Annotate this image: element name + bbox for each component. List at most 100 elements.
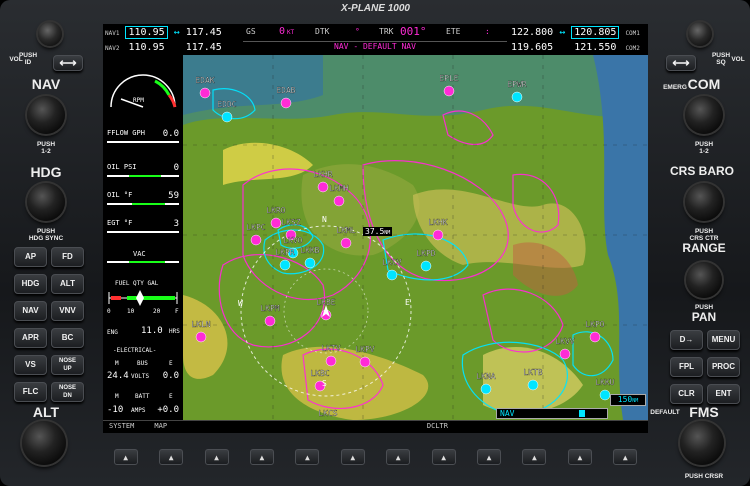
hdg-mode-button[interactable]: HDG [14,274,47,294]
com1-standby-freq[interactable]: 122.800 [511,27,553,38]
airport-label-lksz: LKSZ [281,218,300,227]
airport-symbol-lkpv[interactable] [359,356,371,368]
softkey-button-10[interactable]: ▲ [522,449,547,465]
ap-button[interactable]: AP [14,247,47,267]
nav1-standby-freq[interactable]: 117.45 [186,27,222,38]
nav2-standby-freq[interactable]: 117.45 [186,42,222,53]
nav-swap-button[interactable]: ⟷ [53,55,83,71]
oilpsi-label: OIL PSI [107,163,137,171]
rpm-label: RPM [133,97,144,104]
com1-active-freq[interactable]: 120.805 [571,26,620,39]
airport-symbol-lkln[interactable] [195,331,207,343]
airport-symbol-lkku[interactable] [599,389,611,401]
bc-button[interactable]: BC [51,328,84,348]
menu-button[interactable]: MENU [707,330,740,350]
airport-symbol-lkpc[interactable] [250,234,262,246]
com2-standby-freq[interactable]: 119.605 [511,42,553,53]
airport-symbol-lktb[interactable] [527,379,539,391]
range-ring-unit: NM [384,230,391,236]
airport-label-lkcv: LKCV [382,258,401,267]
airport-symbol-lkpm[interactable] [264,315,276,327]
hdg-knob[interactable] [27,183,65,221]
volts-row: 24.4 VOLTS 0.0 [107,371,179,381]
airport-symbol-lkcv[interactable] [386,269,398,281]
direct-to-button[interactable]: D→ [670,330,703,350]
airport-label-lkro: LKRO [266,206,285,215]
status-fields: GS 0 KT DTK ° TRK 001° ETE : [243,25,507,39]
fuel-label: FUEL QTY GAL [115,280,159,287]
softkey-button-5[interactable]: ▲ [295,449,320,465]
eng-value: 11.0 [141,326,163,336]
softkey-button-1[interactable]: ▲ [113,449,138,465]
softkey-button-3[interactable]: ▲ [204,449,229,465]
airport-symbol-lktv[interactable] [325,355,337,367]
eng-row: ENG 11.0 HRS [107,326,180,336]
moving-map[interactable]: EDAK EDAB EDDC EPLE EPWR LKHR LKMH LKRO LKSZ LKPC… [183,55,648,420]
softkey-button-12[interactable]: ▲ [613,449,638,465]
volume-knob-left[interactable] [38,22,62,46]
airport-label-lkpc: LKPC [246,223,265,232]
crs-baro-label: CRS BARO [669,164,734,178]
airport-label-lkku: LKKU [595,378,614,387]
softkey-button-2[interactable]: ▲ [159,449,184,465]
fms-knob[interactable] [680,421,724,465]
nav-mode-button[interactable]: NAV [14,301,47,321]
range-joystick[interactable] [686,262,722,298]
airport-symbol-lkml[interactable] [340,237,352,249]
airport-symbol-epwr[interactable] [511,91,523,103]
airport-label-lkmh: LKMH [329,184,348,193]
airport-symbol-eddc[interactable] [221,111,233,123]
softkey-button-4[interactable]: ▲ [249,449,274,465]
rpm-gauge [110,74,177,108]
airport-symbol-lkpd[interactable] [420,260,432,272]
airport-symbol-lkkb[interactable] [304,257,316,269]
airport-symbol-lkpr[interactable] [279,259,291,271]
triangle-up-icon: ▲ [350,452,356,462]
com-knob[interactable] [685,96,723,134]
airport-label-lkhk: LKHK [428,218,447,227]
softkey-button-8[interactable]: ▲ [431,449,456,465]
crs-push-label: PUSH CRS CTR [689,228,719,242]
pan-label: PAN [691,310,717,324]
airport-symbol-lkhr[interactable] [317,181,329,193]
vs-button[interactable]: VS [14,355,47,375]
alt-mode-button[interactable]: ALT [51,274,84,294]
airport-symbol-edab[interactable] [280,97,292,109]
airport-symbol-lkhk[interactable] [432,229,444,241]
nav2-active-freq[interactable]: 110.95 [125,42,167,53]
bus-m: M [115,360,119,367]
airport-symbol-eple[interactable] [443,85,455,97]
com-swap-button[interactable]: ⟷ [666,55,696,71]
alt-knob[interactable] [22,421,66,465]
triangle-up-icon: ▲ [123,452,129,462]
com2-active-freq[interactable]: 121.550 [571,42,619,53]
softkey-button-6[interactable]: ▲ [340,449,365,465]
fd-button[interactable]: FD [51,247,84,267]
airport-symbol-edak[interactable] [199,87,211,99]
airport-symbol-lkro[interactable] [270,217,282,229]
softkey-button-7[interactable]: ▲ [386,449,411,465]
nose-up-button[interactable]: NOSE UP [51,355,84,375]
vnv-button[interactable]: VNV [51,301,84,321]
flc-button[interactable]: FLC [14,382,47,402]
fms-push-label: PUSH CRSR [684,473,724,480]
apr-button[interactable]: APR [14,328,47,348]
nose-dn-button[interactable]: NOSE DN [51,382,84,402]
airport-label-lkpv: LKPV [355,345,374,354]
nav-knob[interactable] [27,96,65,134]
crs-baro-knob[interactable] [685,183,723,221]
airport-symbol-lkmh[interactable] [333,195,345,207]
nav1-active-freq[interactable]: 110.95 [125,26,168,39]
airport-symbol-lkpo[interactable] [589,331,601,343]
airport-symbol-lkvv[interactable] [559,348,571,360]
airport-symbol-lkna[interactable] [480,383,492,395]
clr-button[interactable]: CLR [670,384,703,404]
fuel-tick-0: 0 [107,308,111,315]
softkey-button-9[interactable]: ▲ [477,449,502,465]
fpl-button[interactable]: FPL [670,357,703,377]
ent-button[interactable]: ENT [707,384,740,404]
airport-label-lkcs: LKCS [318,409,337,418]
softkey-button-11[interactable]: ▲ [567,449,592,465]
proc-button[interactable]: PROC [707,357,740,377]
volume-knob-right[interactable] [688,22,712,46]
